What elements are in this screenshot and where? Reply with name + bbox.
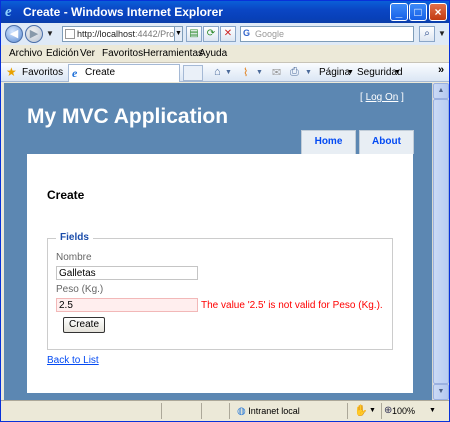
- ie-logo-icon: e: [5, 4, 12, 20]
- back-to-list-link[interactable]: Back to List: [47, 355, 99, 366]
- menu-herramientas[interactable]: Herramientas: [143, 48, 203, 59]
- scroll-thumb[interactable]: [433, 99, 449, 384]
- status-divider: [229, 403, 230, 419]
- menu-ver[interactable]: Ver: [80, 48, 95, 59]
- tab-ie-icon: e: [72, 66, 78, 80]
- url-host: http://localhost: [77, 29, 136, 39]
- favorites-button[interactable]: Favoritos: [22, 67, 63, 78]
- url-path: :4442/Prod: [135, 29, 175, 39]
- stop-icon[interactable]: ✕: [220, 26, 236, 42]
- feeds-dropdown-icon[interactable]: ▼: [256, 69, 263, 76]
- forward-button[interactable]: ▶: [25, 25, 43, 43]
- home-dropdown-icon[interactable]: ▼: [225, 69, 232, 76]
- favorites-star-icon[interactable]: ★: [6, 65, 17, 79]
- peso-label: Peso (Kg.): [56, 284, 104, 295]
- fieldset-legend: Fields: [56, 232, 93, 243]
- scroll-up-button[interactable]: ▲: [433, 83, 449, 99]
- refresh-icon[interactable]: ⟳: [203, 26, 219, 42]
- feeds-icon[interactable]: ⌇: [243, 66, 248, 79]
- nav-about[interactable]: About: [359, 130, 414, 154]
- address-toolbar: ◀ ▶ ▼ http://localhost:4442/Prod ▼ ▤ ⟳ ✕…: [1, 23, 449, 45]
- status-divider: [161, 403, 162, 419]
- security-zone: ◍ Intranet local: [237, 406, 300, 417]
- status-bar: ◍ Intranet local ✋ ▼ ⊕ 100% ▼: [1, 400, 449, 421]
- title-bar: e Create - Windows Internet Explorer _ □…: [1, 1, 449, 23]
- page-title: Create: [47, 188, 85, 202]
- print-icon[interactable]: ⎙: [290, 66, 299, 79]
- google-icon: G: [243, 28, 251, 38]
- close-button[interactable]: ×: [429, 3, 447, 21]
- zoom-dropdown-icon[interactable]: ▼: [429, 407, 436, 414]
- menu-bar: Archivo Edición Ver Favoritos Herramient…: [1, 45, 449, 63]
- peso-error-message: The value '2.5' is not valid for Peso (K…: [201, 300, 383, 311]
- intranet-globe-icon: ◍: [237, 406, 246, 417]
- menu-edicion[interactable]: Edición: [46, 48, 79, 59]
- nav-home[interactable]: Home: [301, 130, 356, 154]
- login-display: [ Log On ]: [360, 92, 404, 103]
- peso-input[interactable]: [56, 298, 198, 312]
- search-icon[interactable]: ⌕: [419, 26, 435, 42]
- site-title: My MVC Application: [27, 105, 229, 128]
- search-options-icon[interactable]: ▼: [438, 29, 446, 38]
- status-divider: [347, 403, 348, 419]
- compatibility-icon[interactable]: ▤: [186, 26, 202, 42]
- window-title: Create - Windows Internet Explorer: [23, 5, 223, 19]
- status-divider: [381, 403, 382, 419]
- minimize-button[interactable]: _: [390, 3, 408, 21]
- nombre-label: Nombre: [56, 252, 92, 263]
- status-divider: [201, 403, 202, 419]
- tab-label: Create: [85, 67, 116, 78]
- menu-ayuda[interactable]: Ayuda: [199, 48, 227, 59]
- print-dropdown-icon[interactable]: ▼: [305, 69, 312, 76]
- log-on-link[interactable]: Log On: [366, 92, 399, 103]
- menu-archivo[interactable]: Archivo: [9, 48, 42, 59]
- page-menu[interactable]: Página: [319, 67, 350, 78]
- create-button[interactable]: Create: [63, 317, 105, 333]
- home-icon[interactable]: ⌂: [214, 66, 221, 78]
- fields-fieldset: Fields Nombre Peso (Kg.) The value '2.5'…: [47, 232, 393, 350]
- search-placeholder: Google: [255, 29, 285, 39]
- login-bracket-close: ]: [401, 92, 404, 103]
- nombre-input[interactable]: [56, 266, 198, 280]
- new-tab-button[interactable]: [183, 65, 203, 81]
- vertical-scrollbar[interactable]: ▲ ▼: [432, 83, 449, 400]
- scroll-down-button[interactable]: ▼: [433, 384, 449, 400]
- page-favicon-icon: [65, 29, 75, 39]
- login-bracket-open: [: [360, 92, 363, 103]
- back-button[interactable]: ◀: [5, 25, 23, 43]
- protected-mode-dropdown-icon[interactable]: ▼: [369, 407, 376, 414]
- tab-create[interactable]: e Create: [68, 64, 180, 82]
- tab-bar: ★ Favoritos e Create ⌂ ▼ ⌇ ▼ ✉ ⎙ ▼ Págin…: [1, 63, 449, 82]
- main-content: Create Fields Nombre Peso (Kg.) The valu…: [27, 154, 413, 393]
- zoom-level[interactable]: 100%: [392, 406, 415, 416]
- address-dropdown-button[interactable]: ▼: [174, 26, 183, 42]
- security-dropdown-icon[interactable]: ▼: [394, 69, 401, 76]
- browser-window: e Create - Windows Internet Explorer _ □…: [0, 0, 450, 422]
- security-zone-label: Intranet local: [248, 406, 300, 416]
- mail-icon[interactable]: ✉: [272, 66, 281, 79]
- maximize-button[interactable]: □: [409, 3, 427, 21]
- protected-mode-icon[interactable]: ✋: [354, 404, 368, 417]
- history-dropdown-icon[interactable]: ▼: [46, 29, 54, 38]
- search-input[interactable]: G Google: [240, 26, 414, 42]
- page-viewport: [ Log On ] My MVC Application Home About…: [4, 83, 432, 400]
- page-dropdown-icon[interactable]: ▼: [347, 69, 354, 76]
- menu-favoritos[interactable]: Favoritos: [102, 48, 143, 59]
- address-input[interactable]: http://localhost:4442/Prod: [62, 26, 175, 42]
- more-commands-icon[interactable]: »: [438, 64, 444, 76]
